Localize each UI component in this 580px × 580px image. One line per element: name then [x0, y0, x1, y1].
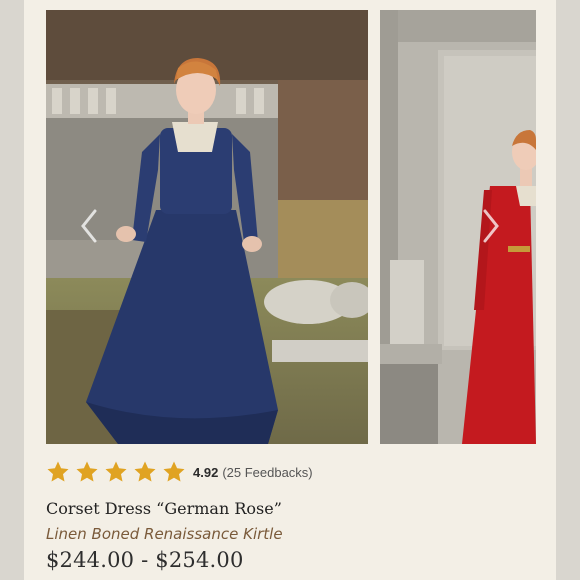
star-icon [105, 461, 127, 482]
product-title[interactable]: Corset Dress “German Rose” [46, 499, 282, 518]
star-icon [47, 461, 69, 482]
star-icon [134, 461, 156, 482]
rating-row[interactable]: 4.92 (25 Feedbacks) [46, 460, 313, 484]
star-icon [76, 461, 98, 482]
chevron-right-icon [483, 209, 499, 243]
image-gallery [46, 10, 536, 444]
star-icon [163, 461, 185, 482]
gallery-image-next[interactable] [380, 10, 536, 444]
rating-value: 4.92 [193, 464, 219, 480]
right-border [556, 0, 580, 580]
gallery-prev-button[interactable] [76, 206, 102, 246]
product-subtitle: Linen Boned Renaissance Kirtle [46, 525, 283, 543]
product-card: 4.92 (25 Feedbacks) Corset Dress “German… [24, 0, 556, 580]
left-border [0, 0, 24, 580]
gallery-next-button[interactable] [478, 206, 504, 246]
feedback-count[interactable]: (25 Feedbacks) [222, 465, 312, 480]
product-price: $244.00 - $254.00 [46, 548, 244, 572]
star-rating [46, 460, 191, 484]
chevron-left-icon [81, 209, 97, 243]
